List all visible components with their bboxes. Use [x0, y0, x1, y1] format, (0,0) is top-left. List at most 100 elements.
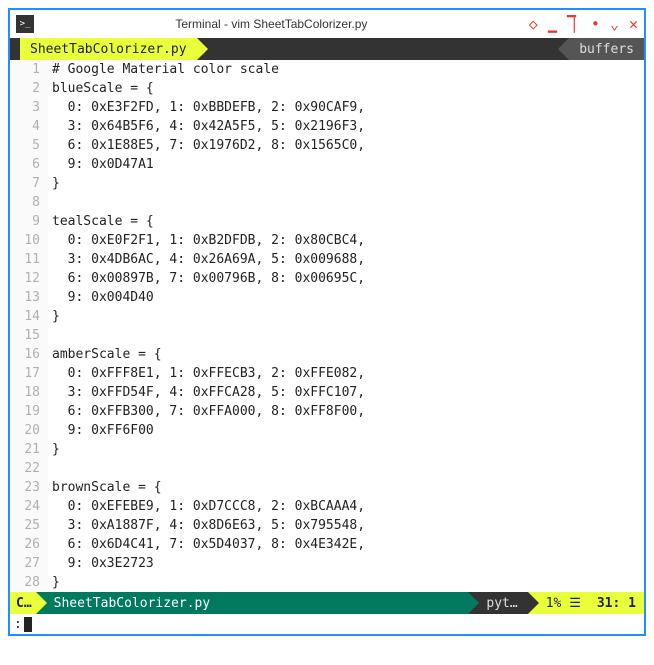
line-code: brownScale = {: [48, 478, 644, 497]
editor-line[interactable]: 26 6: 0x6D4C41, 7: 0x5D4037, 8: 0x4E342E…: [10, 535, 644, 554]
editor-line[interactable]: 27 9: 0x3E2723: [10, 554, 644, 573]
editor-line[interactable]: 19 6: 0xFFB300, 7: 0xFFA000, 8: 0xFF8F00…: [10, 402, 644, 421]
line-code: }: [48, 573, 644, 592]
editor-line[interactable]: 10 0: 0xE0F2F1, 1: 0xB2DFDB, 2: 0x80CBC4…: [10, 231, 644, 250]
command-line[interactable]: :: [10, 614, 644, 634]
close-icon[interactable]: ✕: [629, 15, 638, 33]
line-code: }: [48, 174, 644, 193]
line-number: 9: [10, 212, 48, 231]
editor-line[interactable]: 4 3: 0x64B5F6, 4: 0x42A5F5, 5: 0x2196F3,: [10, 117, 644, 136]
editor-line[interactable]: 13 9: 0x004D40: [10, 288, 644, 307]
line-code: 0: 0xE3F2FD, 1: 0xBBDEFB, 2: 0x90CAF9,: [48, 98, 644, 117]
terminal-window: >_ Terminal - vim SheetTabColorizer.py ◇…: [8, 8, 646, 636]
editor-area[interactable]: 1# Google Material color scale2blueScale…: [10, 60, 644, 592]
editor-line[interactable]: 7}: [10, 174, 644, 193]
line-code: 0: 0xEFEBE9, 1: 0xD7CCC8, 2: 0xBCAAA4,: [48, 497, 644, 516]
line-number: 12: [10, 269, 48, 288]
status-filename: SheetTabColorizer.py: [36, 592, 469, 614]
line-code: [48, 326, 644, 345]
editor-line[interactable]: 20 9: 0xFF6F00: [10, 421, 644, 440]
line-code: [48, 193, 644, 212]
line-code: 6: 0x6D4C41, 7: 0x5D4037, 8: 0x4E342E,: [48, 535, 644, 554]
buffer-tabbar: SheetTabColorizer.py buffers: [10, 38, 644, 60]
line-number: 10: [10, 231, 48, 250]
editor-line[interactable]: 9tealScale = {: [10, 212, 644, 231]
statusline: C… SheetTabColorizer.py pyt… 1% ☰ 31: 1: [10, 592, 644, 614]
line-number: 27: [10, 554, 48, 573]
editor-line[interactable]: 3 0: 0xE3F2FD, 1: 0xBBDEFB, 2: 0x90CAF9,: [10, 98, 644, 117]
maximize-icon[interactable]: ⌄: [610, 15, 619, 33]
tab-active[interactable]: SheetTabColorizer.py: [20, 38, 197, 60]
restore-icon[interactable]: ▔▏: [567, 15, 581, 33]
minimize-icon[interactable]: ▁: [548, 15, 557, 33]
line-code: 3: 0xA1887F, 4: 0x8D6E63, 5: 0x795548,: [48, 516, 644, 535]
line-number: 3: [10, 98, 48, 117]
line-number: 5: [10, 136, 48, 155]
editor-line[interactable]: 28}: [10, 573, 644, 592]
line-code: tealScale = {: [48, 212, 644, 231]
window-controls: ◇ ▁ ▔▏ • ⌄ ✕: [529, 15, 638, 33]
editor-line[interactable]: 14}: [10, 307, 644, 326]
line-number: 4: [10, 117, 48, 136]
status-mode: C…: [10, 592, 36, 614]
editor-line[interactable]: 15: [10, 326, 644, 345]
line-code: 3: 0x64B5F6, 4: 0x42A5F5, 5: 0x2196F3,: [48, 117, 644, 136]
cursor-icon: [24, 617, 32, 632]
line-number: 18: [10, 383, 48, 402]
editor-line[interactable]: 21}: [10, 440, 644, 459]
line-code: 9: 0x3E2723: [48, 554, 644, 573]
editor-line[interactable]: 2blueScale = {: [10, 79, 644, 98]
line-number: 25: [10, 516, 48, 535]
line-code: 9: 0x0D47A1: [48, 155, 644, 174]
editor-line[interactable]: 16amberScale = {: [10, 345, 644, 364]
line-code: 9: 0xFF6F00: [48, 421, 644, 440]
editor-line[interactable]: 23brownScale = {: [10, 478, 644, 497]
line-code: }: [48, 440, 644, 459]
line-code: }: [48, 307, 644, 326]
editor-line[interactable]: 18 3: 0xFFD54F, 4: 0xFFCA28, 5: 0xFFC107…: [10, 383, 644, 402]
line-number: 1: [10, 60, 48, 79]
editor-line[interactable]: 5 6: 0x1E88E5, 7: 0x1976D2, 8: 0x1565C0,: [10, 136, 644, 155]
line-number: 6: [10, 155, 48, 174]
editor-line[interactable]: 17 0: 0xFFF8E1, 1: 0xFFECB3, 2: 0xFFE082…: [10, 364, 644, 383]
wc-diamond-icon[interactable]: ◇: [529, 15, 538, 33]
line-number: 22: [10, 459, 48, 478]
editor-line[interactable]: 1# Google Material color scale: [10, 60, 644, 79]
line-number: 24: [10, 497, 48, 516]
buffers-indicator[interactable]: buffers: [569, 38, 644, 60]
editor-line[interactable]: 8: [10, 193, 644, 212]
line-number: 20: [10, 421, 48, 440]
line-number: 7: [10, 174, 48, 193]
editor-line[interactable]: 11 3: 0x4DB6AC, 4: 0x26A69A, 5: 0x009688…: [10, 250, 644, 269]
line-code: 0: 0xE0F2F1, 1: 0xB2DFDB, 2: 0x80CBC4,: [48, 231, 644, 250]
line-code: blueScale = {: [48, 79, 644, 98]
line-code: amberScale = {: [48, 345, 644, 364]
status-percent: 1% ☰: [528, 592, 591, 614]
line-code: 6: 0xFFB300, 7: 0xFFA000, 8: 0xFF8F00,: [48, 402, 644, 421]
editor-line[interactable]: 12 6: 0x00897B, 7: 0x00796B, 8: 0x00695C…: [10, 269, 644, 288]
line-number: 15: [10, 326, 48, 345]
editor-line[interactable]: 22: [10, 459, 644, 478]
editor-line[interactable]: 6 9: 0x0D47A1: [10, 155, 644, 174]
line-code: 3: 0x4DB6AC, 4: 0x26A69A, 5: 0x009688,: [48, 250, 644, 269]
titlebar[interactable]: >_ Terminal - vim SheetTabColorizer.py ◇…: [10, 10, 644, 38]
editor-line[interactable]: 25 3: 0xA1887F, 4: 0x8D6E63, 5: 0x795548…: [10, 516, 644, 535]
editor-line[interactable]: 24 0: 0xEFEBE9, 1: 0xD7CCC8, 2: 0xBCAAA4…: [10, 497, 644, 516]
line-number: 14: [10, 307, 48, 326]
cmdline-text: :: [14, 617, 22, 632]
line-code: 6: 0x1E88E5, 7: 0x1976D2, 8: 0x1565C0,: [48, 136, 644, 155]
wc-dot-icon[interactable]: •: [591, 15, 600, 33]
line-number: 26: [10, 535, 48, 554]
tab-label: SheetTabColorizer.py: [30, 42, 187, 57]
line-number: 16: [10, 345, 48, 364]
line-code: 3: 0xFFD54F, 4: 0xFFCA28, 5: 0xFFC107,: [48, 383, 644, 402]
line-number: 28: [10, 573, 48, 592]
line-number: 13: [10, 288, 48, 307]
line-code: 9: 0x004D40: [48, 288, 644, 307]
line-code: 0: 0xFFF8E1, 1: 0xFFECB3, 2: 0xFFE082,: [48, 364, 644, 383]
line-number: 19: [10, 402, 48, 421]
window-title: Terminal - vim SheetTabColorizer.py: [20, 17, 523, 31]
line-code: [48, 459, 644, 478]
line-number: 17: [10, 364, 48, 383]
line-number: 21: [10, 440, 48, 459]
